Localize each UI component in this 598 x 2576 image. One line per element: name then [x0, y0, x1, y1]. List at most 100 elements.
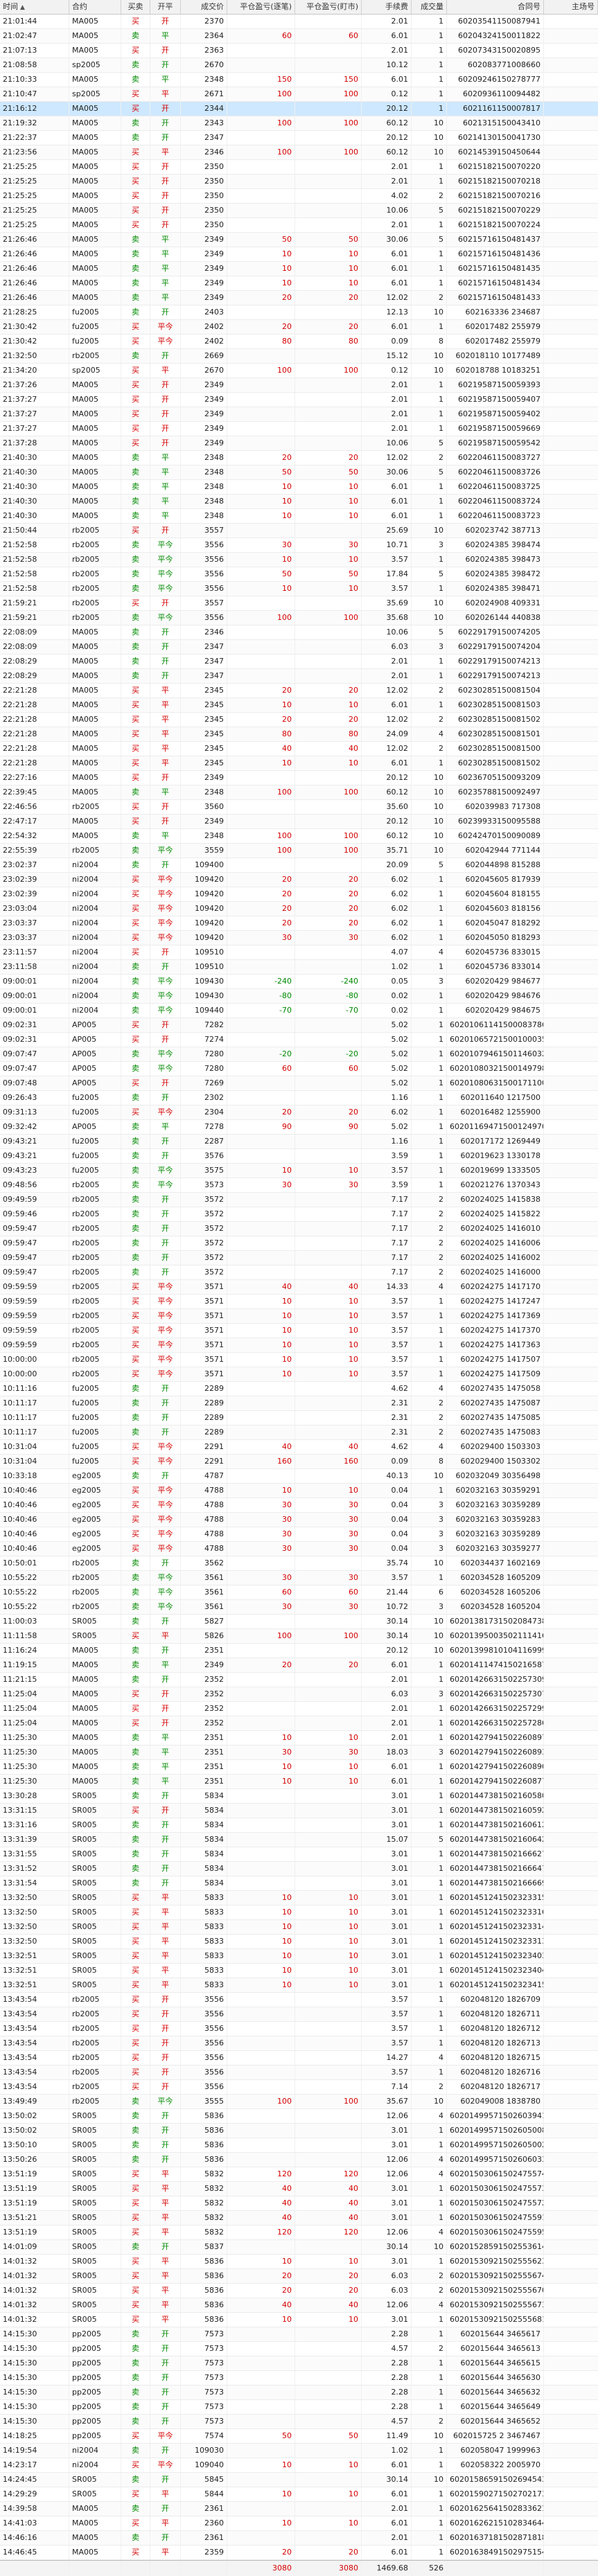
table-row[interactable]: 22:08:09 MA005 卖开 2347 6.03 3 6022917915007420…	[0, 640, 598, 655]
table-row[interactable]: 11:25:04 MA005 买开 2352 2.01 1 6020142663150225…	[0, 1702, 598, 1716]
table-row[interactable]: 09:43:23 fu2005 卖平今 3575 10 10 3.57 1 602019699 …	[0, 1164, 598, 1178]
table-row[interactable]: 23:11:57 ni2004 买开 109510 4.07 4 602045736 833…	[0, 945, 598, 960]
table-row[interactable]: 13:50:02 SR005 卖开 5836 3.01 1 6020149957150260…	[0, 2124, 598, 2138]
table-row[interactable]: 14:46:45 MA005 买平 2359 20 20 6.01 1 602016384915…	[0, 2546, 598, 2560]
table-row[interactable]: 09:43:21 fu2005 卖开 2287 1.16 1 602017172 12694…	[0, 1135, 598, 1149]
table-row[interactable]: 23:03:37 ni2004 买平今 109420 30 30 6.02 1 60204505…	[0, 931, 598, 945]
table-row[interactable]: 10:55:22 rb2005 卖平今 3561 30 30 10.72 3 602034528…	[0, 1600, 598, 1615]
column-header-trade-no[interactable]: 主场号	[544, 0, 598, 14]
table-row[interactable]: 13:43:54 rb2005 买开 3556 7.14 2 602048120 18267…	[0, 2080, 598, 2095]
table-row[interactable]: 14:15:30 pp2005 卖开 7573 2.28 1 602015644 34656…	[0, 2400, 598, 2415]
table-row[interactable]: 09:43:21 fu2005 卖开 3576 3.59 1 602019623 13301…	[0, 1149, 598, 1164]
table-row[interactable]: 21:01:44 MA005 买开 2370 2.01 1 6020354115008794…	[0, 15, 598, 29]
table-row[interactable]: 21:37:28 MA005 买开 2349 10.06 5 602195871500595…	[0, 436, 598, 451]
table-row[interactable]: 22:21:28 MA005 买平 2345 10 10 6.01 1 602302851500…	[0, 698, 598, 713]
table-row[interactable]: 13:43:54 rb2005 买开 3556 3.57 1 602048120 18267…	[0, 1993, 598, 2007]
table-row[interactable]: 21:26:46 MA005 卖平 2349 10 10 6.01 1 602157161504…	[0, 247, 598, 262]
table-row[interactable]: 11:19:15 MA005 卖平 2349 20 20 6.01 1 602014114741…	[0, 1658, 598, 1673]
table-row[interactable]: 21:34:20 sp2005 买平 2670 100 100 0.12 10 60201878…	[0, 364, 598, 378]
table-row[interactable]: 21:30:42 fu2005 买平今 2402 20 20 6.01 1 602017482 …	[0, 320, 598, 335]
table-row[interactable]: 13:43:54 rb2005 买开 3556 3.57 1 602048120 18267…	[0, 2066, 598, 2080]
table-row[interactable]: 21:37:27 MA005 买开 2349 2.01 1 6021958715005966…	[0, 422, 598, 436]
table-row[interactable]: 21:25:25 MA005 买开 2350 2.01 1 6021518215007021…	[0, 175, 598, 189]
table-row[interactable]: 22:21:28 MA005 买平 2345 80 80 24.09 4 60230285150…	[0, 727, 598, 742]
table-row[interactable]: 22:39:45 MA005 卖平 2348 100 100 60.12 10 60235788…	[0, 785, 598, 800]
table-row[interactable]: 21:40:30 MA005 卖平 2348 10 10 6.01 1 602204611500…	[0, 495, 598, 509]
table-row[interactable]: 21:02:47 MA005 卖平 2364 60 60 6.01 1 602043241500…	[0, 29, 598, 44]
table-row[interactable]: 09:02:31 AP005 买开 7274 5.02 1 6020106572150010…	[0, 1033, 598, 1047]
table-row[interactable]: 10:11:17 fu2005 卖开 2289 2.31 2 602027435 14750…	[0, 1396, 598, 1411]
table-row[interactable]: 09:59:47 rb2005 卖开 3572 7.17 2 602024025 14160…	[0, 1251, 598, 1265]
table-row[interactable]: 21:52:58 rb2005 卖平今 3556 10 10 3.57 1 602024385 …	[0, 553, 598, 567]
table-row[interactable]: 21:52:58 rb2005 卖平今 3556 30 30 10.71 3 602024385…	[0, 538, 598, 553]
table-row[interactable]: 09:59:59 rb2005 买平今 3571 40 40 14.33 4 602024275…	[0, 1280, 598, 1295]
table-row[interactable]: 13:32:50 SR005 买平 5833 10 10 3.01 1 602014512415…	[0, 1906, 598, 1920]
table-row[interactable]: 21:59:21 rb2005 买开 3557 35.69 10 602024908 409…	[0, 596, 598, 611]
table-row[interactable]: 23:03:37 ni2004 买平今 109420 20 20 6.02 1 60204504…	[0, 916, 598, 931]
table-row[interactable]: 21:08:58 sp2005 卖开 2670 10.12 1 60208377100866…	[0, 58, 598, 73]
table-row[interactable]: 21:52:58 rb2005 卖平今 3556 50 50 17.84 5 602024385…	[0, 567, 598, 582]
table-row[interactable]: 14:15:30 pp2005 卖开 7573 4.57 2 602015644 34656…	[0, 2342, 598, 2356]
table-row[interactable]: 11:11:58 SR005 买平 5826 100 100 30.14 10 60201395…	[0, 1629, 598, 1644]
table-row[interactable]: 09:00:01 ni2004 卖平今 109440 -70 -70 0.02 1 602020…	[0, 1004, 598, 1018]
table-row[interactable]: 22:08:09 MA005 卖开 2346 10.06 5 602291791500742…	[0, 625, 598, 640]
column-header-pnl-mark-to-market[interactable]: 平仓盈亏(盯市)	[295, 0, 362, 14]
table-row[interactable]: 09:59:59 rb2005 买平今 3571 10 10 3.57 1 602024275 …	[0, 1324, 598, 1338]
table-row[interactable]: 14:15:30 pp2005 卖开 7573 4.57 2 602015644 34656…	[0, 2415, 598, 2429]
table-row[interactable]: 10:40:46 eg2005 买平今 4788 30 30 0.04 3 602032163 …	[0, 1513, 598, 1527]
table-row[interactable]: 09:07:47 AP005 卖平今 7280 -20 -20 5.02 1 602010794…	[0, 1047, 598, 1062]
table-row[interactable]: 14:23:17 ni2004 买平今 109040 10 10 6.01 1 60205832…	[0, 2458, 598, 2473]
column-header-order-no[interactable]: 合同号	[447, 0, 544, 14]
table-row[interactable]: 10:11:17 fu2005 卖开 2289 2.31 2 602027435 14750…	[0, 1411, 598, 1425]
table-row[interactable]: 22:54:32 MA005 卖平 2348 100 100 60.12 10 60242470…	[0, 829, 598, 844]
table-row[interactable]: 10:33:18 eg2005 卖开 4787 40.13 10 602032049 303…	[0, 1469, 598, 1484]
table-row[interactable]: 11:25:04 MA005 买开 2352 6.03 3 6020142663150225…	[0, 1687, 598, 1702]
table-row[interactable]: 13:43:54 rb2005 买开 3556 3.57 1 602048120 18267…	[0, 2036, 598, 2051]
table-row[interactable]: 21:25:25 MA005 买开 2350 2.01 1 6021518215007022…	[0, 218, 598, 233]
table-row[interactable]: 21:26:46 MA005 卖平 2349 10 10 6.01 1 602157161504…	[0, 276, 598, 291]
table-row[interactable]: 11:25:30 MA005 卖平 2351 30 30 18.03 3 60201427941…	[0, 1746, 598, 1760]
table-row[interactable]: 09:49:59 rb2005 卖开 3572 7.17 2 602024025 14158…	[0, 1193, 598, 1207]
table-row[interactable]: 22:08:29 MA005 卖开 2347 2.01 1 6022917915007421…	[0, 669, 598, 684]
table-row[interactable]: 13:32:51 SR005 买平 5833 10 10 3.01 1 602014512415…	[0, 1978, 598, 1993]
table-row[interactable]: 10:55:22 rb2005 卖平今 3561 60 60 21.44 6 602034528…	[0, 1585, 598, 1600]
table-row[interactable]: 14:01:32 SR005 买平 5836 20 20 6.03 2 602015309215…	[0, 2284, 598, 2298]
table-row[interactable]: 10:11:17 fu2005 卖开 2289 2.31 2 602027435 14750…	[0, 1425, 598, 1440]
table-row[interactable]: 14:19:54 ni2004 卖开 109030 1.02 1 602058047 199…	[0, 2444, 598, 2458]
table-row[interactable]: 22:21:28 MA005 买平 2345 20 20 12.02 2 60230285150…	[0, 684, 598, 698]
table-row[interactable]: 21:16:12 MA005 买开 2344 20.12 1 602116115000781…	[0, 102, 598, 116]
table-row[interactable]: 13:31:55 SR005 卖开 5834 3.01 1 6020144738150216…	[0, 1847, 598, 1862]
table-row[interactable]: 14:01:32 SR005 买平 5836 20 20 6.03 2 602015309215…	[0, 2269, 598, 2284]
table-row[interactable]: 21:40:30 MA005 卖平 2348 10 10 6.01 1 602204611500…	[0, 480, 598, 495]
table-row[interactable]: 21:30:42 fu2005 买平今 2402 80 80 0.09 8 602017482 …	[0, 335, 598, 349]
table-row[interactable]: 10:00:00 rb2005 买平今 3571 10 10 3.57 1 602024275 …	[0, 1367, 598, 1382]
table-row[interactable]: 11:16:24 MA005 卖开 2351 20.12 10 60201399810104…	[0, 1644, 598, 1658]
table-row[interactable]: 10:55:22 rb2005 卖平今 3561 30 30 3.57 1 602034528 …	[0, 1571, 598, 1585]
table-row[interactable]: 14:01:32 SR005 买平 5836 10 10 3.01 1 602015309215…	[0, 2255, 598, 2269]
table-row[interactable]: 21:40:30 MA005 卖平 2348 10 10 6.01 1 602204611500…	[0, 509, 598, 524]
table-row[interactable]: 21:32:50 rb2005 卖开 2669 15.12 10 602018110 101…	[0, 349, 598, 364]
table-row[interactable]: 14:15:30 pp2005 卖开 7573 2.28 1 602015644 34656…	[0, 2327, 598, 2342]
table-row[interactable]: 14:18:25 pp2005 买平今 7574 50 50 11.49 10 60201572…	[0, 2429, 598, 2444]
table-row[interactable]: 11:25:04 MA005 买开 2352 2.01 1 6020142663150225…	[0, 1716, 598, 1731]
table-row[interactable]: 14:24:45 SR005 卖开 5845 30.14 10 60201586591502…	[0, 2473, 598, 2487]
table-row[interactable]: 21:37:27 MA005 买开 2349 2.01 1 6021958715005940…	[0, 407, 598, 422]
table-row[interactable]: 23:02:39 ni2004 买平今 109420 20 20 6.02 1 60204560…	[0, 887, 598, 902]
table-row[interactable]: 11:21:15 MA005 卖开 2352 2.01 1 6020142663150225…	[0, 1673, 598, 1687]
table-row[interactable]: 10:40:46 eg2005 买平今 4788 30 30 0.04 3 602032163 …	[0, 1498, 598, 1513]
table-row[interactable]: 10:11:16 fu2005 卖开 2289 4.62 4 602027435 14750…	[0, 1382, 598, 1396]
table-row[interactable]: 13:51:19 SR005 买平 5832 120 120 12.06 4 602015030…	[0, 2167, 598, 2182]
table-row[interactable]: 21:52:58 rb2005 卖平今 3556 10 10 3.57 1 602024385 …	[0, 582, 598, 596]
table-row[interactable]: 22:55:39 rb2005 卖平今 3559 100 100 35.71 10 602042…	[0, 844, 598, 858]
column-header-volume[interactable]: 成交量	[412, 0, 447, 14]
table-row[interactable]: 22:21:28 MA005 买平 2345 40 40 12.02 2 60230285150…	[0, 742, 598, 756]
table-row[interactable]: 11:25:30 MA005 卖平 2351 10 10 6.01 1 602014279415…	[0, 1775, 598, 1789]
table-row[interactable]: 11:00:03 SR005 卖开 5827 30.14 10 60201381731502…	[0, 1615, 598, 1629]
table-row[interactable]: 13:32:50 SR005 买平 5833 10 10 3.01 1 602014512415…	[0, 1891, 598, 1906]
table-row[interactable]: 21:26:46 MA005 卖平 2349 20 20 12.02 2 60215716150…	[0, 291, 598, 305]
table-row[interactable]: 13:51:19 SR005 买平 5832 40 40 3.01 1 602015030615…	[0, 2196, 598, 2211]
table-row[interactable]: 13:31:39 SR005 卖开 5834 15.07 5 602014473815021…	[0, 1833, 598, 1847]
table-row[interactable]: 09:59:47 rb2005 卖开 3572 7.17 2 602024025 14160…	[0, 1222, 598, 1236]
table-row[interactable]: 10:50:01 rb2005 卖开 3562 35.74 10 602034437 160…	[0, 1556, 598, 1571]
table-row[interactable]: 21:26:46 MA005 卖平 2349 50 50 30.06 5 60215716150…	[0, 233, 598, 247]
